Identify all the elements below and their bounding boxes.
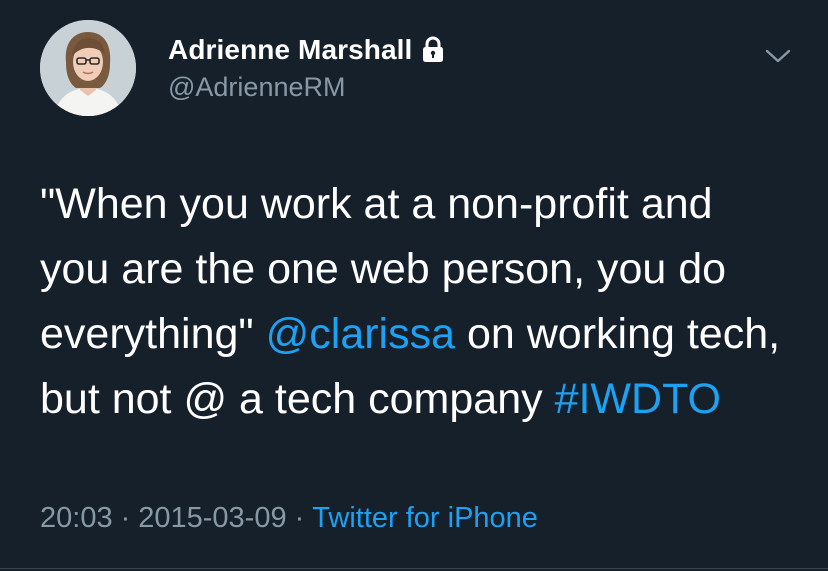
meta-separator: · <box>120 502 131 534</box>
tweet-card: Adrienne Marshall @AdrienneRM "When you … <box>0 0 828 571</box>
display-name[interactable]: Adrienne Marshall <box>168 34 412 66</box>
author-name-row[interactable]: Adrienne Marshall <box>168 32 445 68</box>
meta-separator: · <box>294 502 305 534</box>
divider <box>0 568 828 569</box>
tweet-text-segment: but not @ a tech company <box>40 375 555 423</box>
mention-link[interactable]: @clarissa <box>266 310 455 358</box>
tweet-text-line: but not @ a tech company #IWDTO <box>40 367 810 432</box>
tweet-text: "When you work at a non-profit and you a… <box>40 172 810 432</box>
lock-icon <box>421 36 445 64</box>
tweet-meta: 20:03 · 2015-03-09 · Twitter for iPhone <box>40 502 538 535</box>
avatar[interactable] <box>40 20 136 116</box>
tweet-text-line: you are the one web person, you do <box>40 245 727 293</box>
tweet-text-segment: everything" <box>40 310 266 358</box>
tweet-source-link[interactable]: Twitter for iPhone <box>312 502 538 534</box>
tweet-text-line: everything" @clarissa on working tech, <box>40 302 810 367</box>
tweet-time[interactable]: 20:03 <box>40 502 113 534</box>
chevron-down-icon[interactable] <box>762 44 794 68</box>
tweet-text-line: "When you work at a non-profit and <box>40 180 713 228</box>
hashtag-link[interactable]: #IWDTO <box>555 375 721 423</box>
author-handle[interactable]: @AdrienneRM <box>168 72 345 103</box>
profile-photo-icon <box>40 20 136 116</box>
tweet-date[interactable]: 2015-03-09 <box>138 502 286 534</box>
tweet-text-segment: on working tech, <box>455 310 781 358</box>
